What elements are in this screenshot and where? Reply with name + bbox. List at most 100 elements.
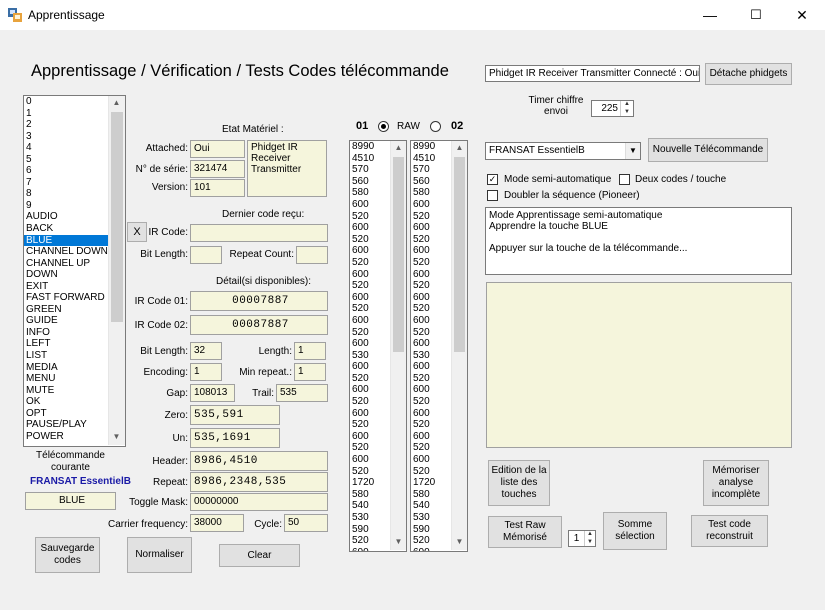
raw-value-item[interactable]: 4510 <box>350 153 390 165</box>
list-item[interactable]: MEDIA <box>24 362 108 374</box>
list-item[interactable]: PAUSE/PLAY <box>24 419 108 431</box>
list-item[interactable]: 9 <box>24 200 108 212</box>
raw-value-item[interactable]: 600 <box>350 338 390 350</box>
raw-value-item[interactable]: 560 <box>350 176 390 188</box>
raw-value-item[interactable]: 530 <box>411 350 451 362</box>
raw-value-item[interactable]: 540 <box>350 500 390 512</box>
list-item[interactable]: 8 <box>24 188 108 200</box>
raw-value-item[interactable]: 600 <box>411 384 451 396</box>
col-02-radio[interactable] <box>430 121 441 132</box>
raw-value-item[interactable]: 520 <box>350 327 390 339</box>
raw-value-item[interactable]: 520 <box>411 234 451 246</box>
raw-value-item[interactable]: 590 <box>350 524 390 536</box>
raw-value-item[interactable]: 520 <box>411 396 451 408</box>
test-raw-button[interactable]: Test Raw Mémorisé <box>488 516 562 548</box>
scroll-down-icon[interactable]: ▼ <box>109 432 124 441</box>
maximize-button[interactable]: ☐ <box>733 0 779 30</box>
raw-value-item[interactable]: 520 <box>350 396 390 408</box>
raw-value-item[interactable]: 600 <box>350 361 390 373</box>
raw-value-item[interactable]: 520 <box>411 303 451 315</box>
raw-value-item[interactable]: 590 <box>411 524 451 536</box>
list-item[interactable]: LEFT <box>24 338 108 350</box>
list-item[interactable]: 3 <box>24 131 108 143</box>
list-item[interactable]: 5 <box>24 154 108 166</box>
save-codes-button[interactable]: Sauvegarde codes <box>35 537 100 573</box>
timer-spinner[interactable]: 225 ▲ ▼ <box>591 100 634 117</box>
raw-value-item[interactable]: 600 <box>350 384 390 396</box>
test-count-spinner[interactable]: 1 ▲ ▼ <box>568 530 596 547</box>
list-item[interactable]: EXIT <box>24 281 108 293</box>
list-item[interactable]: GREEN <box>24 304 108 316</box>
raw-value-item[interactable]: 8990 <box>411 141 451 153</box>
list-item[interactable]: MENU <box>24 373 108 385</box>
raw-value-item[interactable]: 600 <box>350 269 390 281</box>
raw-value-item[interactable]: 600 <box>350 292 390 304</box>
raw-value-item[interactable]: 600 <box>350 199 390 211</box>
new-remote-button[interactable]: Nouvelle Télécommande <box>648 138 768 162</box>
scroll-down-icon[interactable]: ▼ <box>452 537 467 546</box>
scroll-up-icon[interactable]: ▲ <box>452 143 467 152</box>
list-item[interactable]: BLUE <box>24 234 108 247</box>
list-item[interactable]: 4 <box>24 142 108 154</box>
spin-up-icon[interactable]: ▲ <box>585 531 595 539</box>
scroll-thumb[interactable] <box>111 112 123 322</box>
scroll-down-icon[interactable]: ▼ <box>391 537 406 546</box>
raw-value-item[interactable]: 600 <box>350 245 390 257</box>
raw-value-item[interactable]: 580 <box>350 187 390 199</box>
list-item[interactable]: MUTE <box>24 385 108 397</box>
raw-value-item[interactable]: 600 <box>411 361 451 373</box>
raw-value-item[interactable]: 600 <box>350 454 390 466</box>
raw-value-item[interactable]: 600 <box>411 431 451 443</box>
scroll-thumb[interactable] <box>454 157 465 352</box>
test-reconstructed-button[interactable]: Test code reconstruit <box>691 515 768 547</box>
list-item[interactable]: 6 <box>24 165 108 177</box>
raw-value-item[interactable]: 520 <box>350 535 390 547</box>
detach-phidgets-button[interactable]: Détache phidgets <box>705 63 792 85</box>
raw-value-item[interactable]: 520 <box>411 466 451 478</box>
list-item[interactable]: GUIDE <box>24 315 108 327</box>
raw-value-item[interactable]: 600 <box>411 338 451 350</box>
raw-value-item[interactable]: 1720 <box>411 477 451 489</box>
double-sequence-checkbox[interactable] <box>487 190 498 201</box>
raw-value-item[interactable]: 600 <box>411 222 451 234</box>
list-item[interactable]: 2 <box>24 119 108 131</box>
timer-spin-buttons[interactable]: ▲ ▼ <box>620 101 633 116</box>
raw-value-item[interactable]: 520 <box>350 234 390 246</box>
raw-value-item[interactable]: 600 <box>411 315 451 327</box>
raw-list-01[interactable]: 8990 4510 570 560 580 600 520 600 520 600 520 600 52… <box>349 140 407 552</box>
raw-value-item[interactable]: 600 <box>350 222 390 234</box>
list-item[interactable]: 7 <box>24 177 108 189</box>
raw-value-item[interactable]: 530 <box>350 350 390 362</box>
raw-value-item[interactable]: 520 <box>411 327 451 339</box>
clear-code-button[interactable]: X <box>127 222 147 242</box>
raw-value-item[interactable]: 600 <box>411 547 451 551</box>
save-incomplete-analysis-button[interactable]: Mémoriser analyse incomplète <box>703 460 769 506</box>
raw-value-item[interactable]: 520 <box>411 257 451 269</box>
raw-value-item[interactable]: 520 <box>350 303 390 315</box>
raw-value-item[interactable]: 580 <box>350 489 390 501</box>
raw-value-item[interactable]: 8990 <box>350 141 390 153</box>
spin-up-icon[interactable]: ▲ <box>621 101 633 109</box>
raw-value-item[interactable]: 600 <box>350 408 390 420</box>
list-item[interactable]: OPT <box>24 408 108 420</box>
list-item[interactable]: 1 <box>24 108 108 120</box>
raw-value-item[interactable]: 600 <box>411 292 451 304</box>
raw-value-item[interactable]: 570 <box>411 164 451 176</box>
list-item[interactable]: FAST FORWARD <box>24 292 108 304</box>
raw-value-item[interactable]: 520 <box>411 419 451 431</box>
raw-value-item[interactable]: 560 <box>411 176 451 188</box>
list-item[interactable]: 0 <box>24 96 108 108</box>
raw-value-item[interactable]: 4510 <box>411 153 451 165</box>
list-item[interactable]: POWER <box>24 431 108 443</box>
raw-value-item[interactable]: 520 <box>350 466 390 478</box>
key-listbox[interactable]: 0 1 2 3 4 5 6 7 8 9 AUDIO BACK BLUE CHANNEL DOWN CHANN… <box>23 95 126 447</box>
col-01-radio[interactable] <box>378 121 389 132</box>
list-item[interactable]: BACK <box>24 223 108 235</box>
spin-down-icon[interactable]: ▼ <box>585 539 595 547</box>
raw-value-item[interactable]: 600 <box>411 454 451 466</box>
raw-value-item[interactable]: 600 <box>411 199 451 211</box>
raw-value-item[interactable]: 530 <box>350 512 390 524</box>
list-item[interactable]: INFO <box>24 327 108 339</box>
spin-down-icon[interactable]: ▼ <box>621 109 633 117</box>
key-list-scrollbar[interactable]: ▲ ▼ <box>108 96 125 445</box>
